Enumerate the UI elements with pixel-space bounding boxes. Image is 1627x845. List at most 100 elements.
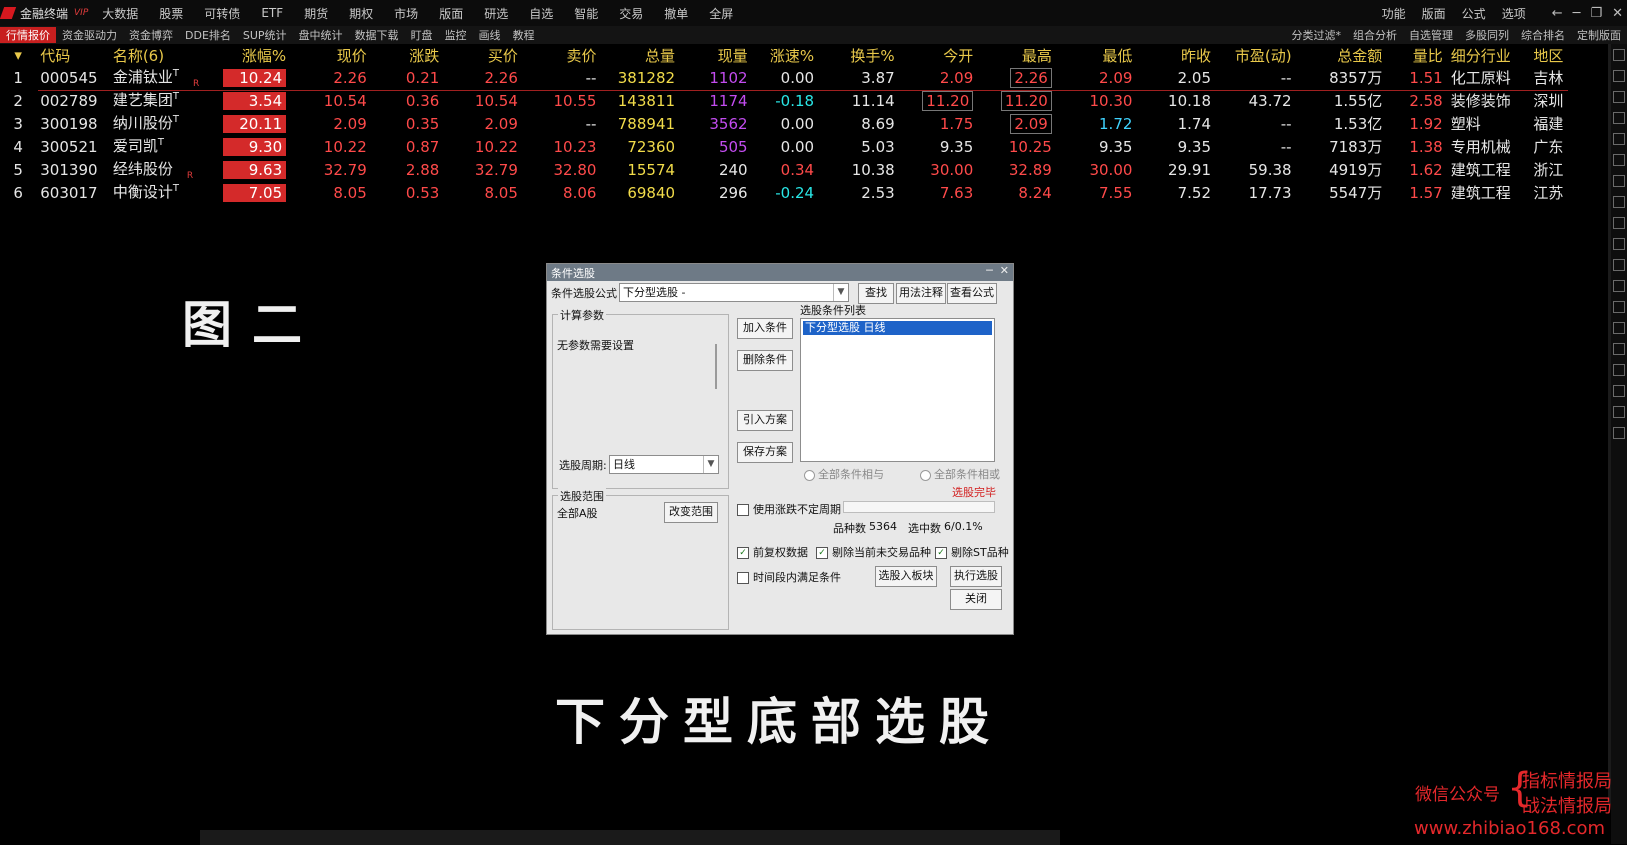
col-area[interactable]: 地区 (1529, 44, 1590, 66)
cell-industry[interactable]: 化工原料 (1447, 66, 1530, 89)
unfixed-period-checkbox[interactable]: 使用涨跌不定周期 (737, 501, 841, 517)
cell-pct[interactable]: 9.63 (208, 158, 291, 181)
cell-area[interactable]: 吉林 (1529, 66, 1590, 89)
cell-bid[interactable]: 10.54 (443, 89, 522, 112)
cell-low[interactable]: 30.00 (1056, 158, 1137, 181)
menu-market[interactable]: 市场 (394, 5, 418, 22)
cell-high[interactable]: 10.25 (977, 135, 1056, 158)
cell-code[interactable]: 300521 (36, 135, 109, 158)
cell-ask[interactable]: 10.55 (522, 89, 601, 112)
table-row[interactable]: 1 000545 金浦钛业TR 10.24 2.26 0.21 2.26 -- 381282 11… (0, 66, 1590, 89)
params-scrollbar[interactable] (715, 344, 717, 389)
col-volume-ratio[interactable]: 量比 (1386, 44, 1446, 66)
col-ask[interactable]: 卖价 (522, 44, 601, 66)
cell-volume[interactable]: 788941 (600, 112, 679, 135)
tool-watch[interactable]: 盯盘 (405, 27, 439, 43)
col-change[interactable]: 涨跌 (371, 44, 444, 66)
cell-bid[interactable]: 2.09 (443, 112, 522, 135)
col-current-volume[interactable]: 现量 (679, 44, 752, 66)
cell-ask[interactable]: 10.23 (522, 135, 601, 158)
cell-change[interactable]: 0.21 (371, 66, 444, 89)
menu-cancel-order[interactable]: 撤单 (664, 5, 688, 22)
cell-pe[interactable]: -- (1215, 135, 1296, 158)
sidebar-info-icon[interactable] (1613, 259, 1625, 271)
cell-bid[interactable]: 8.05 (443, 181, 522, 204)
sidebar-bar-chart-icon[interactable] (1613, 175, 1625, 187)
sidebar-search-icon[interactable] (1613, 301, 1625, 313)
cell-open[interactable]: 7.63 (899, 181, 978, 204)
col-volume[interactable]: 总量 (600, 44, 679, 66)
cell-turnover[interactable]: 10.38 (818, 158, 899, 181)
cell-name[interactable]: 纳川股份T (109, 112, 208, 135)
cell-price[interactable]: 2.26 (290, 66, 371, 89)
cell-amount[interactable]: 1.55亿 (1296, 89, 1387, 112)
dialog-minimize-icon[interactable]: ─ (986, 264, 993, 277)
cell-industry[interactable]: 建筑工程 (1447, 181, 1530, 204)
col-bid[interactable]: 买价 (443, 44, 522, 66)
cell-name[interactable]: 爱司凯T (109, 135, 208, 158)
sidebar-arrow-up-icon[interactable] (1613, 70, 1625, 82)
cell-prev-close[interactable]: 29.91 (1136, 158, 1215, 181)
cell-code[interactable]: 300198 (36, 112, 109, 135)
col-prev-close[interactable]: 昨收 (1136, 44, 1215, 66)
tool-fund-drive[interactable]: 资金驱动力 (56, 27, 123, 43)
tool-combo-analysis[interactable]: 组合分析 (1347, 27, 1403, 43)
cell-name[interactable]: 中衡设计T (109, 181, 208, 204)
delete-condition-button[interactable]: 删除条件 (737, 350, 793, 371)
cell-price[interactable]: 10.22 (290, 135, 371, 158)
table-row[interactable]: 6 603017 中衡设计T 7.05 8.05 0.53 8.05 8.06 69840 296… (0, 181, 1590, 204)
row-index[interactable]: 2 (0, 89, 36, 112)
table-row[interactable]: 3 300198 纳川股份T 20.11 2.09 0.35 2.09 -- 788941 356… (0, 112, 1590, 135)
col-turnover[interactable]: 换手% (818, 44, 899, 66)
minimize-icon[interactable]: ─ (1573, 6, 1581, 21)
find-button[interactable]: 查找 (858, 283, 894, 304)
sidebar-export-icon[interactable] (1613, 385, 1625, 397)
cell-volume-ratio[interactable]: 1.38 (1386, 135, 1446, 158)
sidebar-chart-icon[interactable] (1613, 154, 1625, 166)
cell-industry[interactable]: 专用机械 (1447, 135, 1530, 158)
cell-speed[interactable]: -0.24 (752, 181, 819, 204)
close-icon[interactable]: ✕ (1612, 6, 1623, 21)
cell-code[interactable]: 002789 (36, 89, 109, 112)
cell-high[interactable]: 2.26 (977, 66, 1056, 89)
cell-prev-close[interactable]: 1.74 (1136, 112, 1215, 135)
tool-tutorial[interactable]: 教程 (507, 27, 541, 43)
sidebar-link-icon[interactable] (1613, 364, 1625, 376)
cell-turnover[interactable]: 2.53 (818, 181, 899, 204)
cell-change[interactable]: 0.53 (371, 181, 444, 204)
menu-etf[interactable]: ETF (261, 6, 283, 20)
cell-open[interactable]: 2.09 (899, 66, 978, 89)
cell-code[interactable]: 000545 (36, 66, 109, 89)
sidebar-folder-icon[interactable] (1613, 322, 1625, 334)
condition-list[interactable]: 下分型选股 日线 (800, 318, 995, 462)
menu-futures[interactable]: 期货 (304, 5, 328, 22)
tool-download[interactable]: 数据下载 (349, 27, 405, 43)
cell-volume-ratio[interactable]: 1.51 (1386, 66, 1446, 89)
cell-pe[interactable]: 17.73 (1215, 181, 1296, 204)
cell-change[interactable]: 2.88 (371, 158, 444, 181)
table-row[interactable]: 2 002789 建艺集团T 3.54 10.54 0.36 10.54 10.55 14381… (0, 89, 1590, 112)
menu-options[interactable]: 期权 (349, 5, 373, 22)
col-name[interactable]: 名称(6) (109, 44, 208, 66)
cell-pe[interactable]: 59.38 (1215, 158, 1296, 181)
save-plan-button[interactable]: 保存方案 (737, 442, 793, 463)
period-select[interactable]: 日线 ▼ (609, 455, 719, 474)
sidebar-formula-icon[interactable] (1613, 280, 1625, 292)
import-plan-button[interactable]: 引入方案 (737, 410, 793, 431)
cell-low[interactable]: 1.72 (1056, 112, 1137, 135)
view-formula-button[interactable]: 查看公式 (947, 283, 997, 304)
sidebar-list-icon[interactable] (1613, 112, 1625, 124)
execute-screening-button[interactable]: 执行选股 (950, 566, 1002, 587)
tool-filter[interactable]: 分类过滤* (1286, 27, 1348, 43)
cell-amount[interactable]: 5547万 (1296, 181, 1387, 204)
cell-current-volume[interactable]: 240 (679, 158, 752, 181)
col-pe[interactable]: 市盈(动) (1215, 44, 1296, 66)
cell-low[interactable]: 2.09 (1056, 66, 1137, 89)
tool-multi-stock[interactable]: 多股同列 (1459, 27, 1515, 43)
sidebar-pin-icon[interactable] (1613, 343, 1625, 355)
close-button[interactable]: 关闭 (950, 589, 1002, 610)
cell-speed[interactable]: 0.00 (752, 66, 819, 89)
cell-area[interactable]: 浙江 (1529, 158, 1590, 181)
cell-price[interactable]: 10.54 (290, 89, 371, 112)
cell-ask[interactable]: 8.06 (522, 181, 601, 204)
